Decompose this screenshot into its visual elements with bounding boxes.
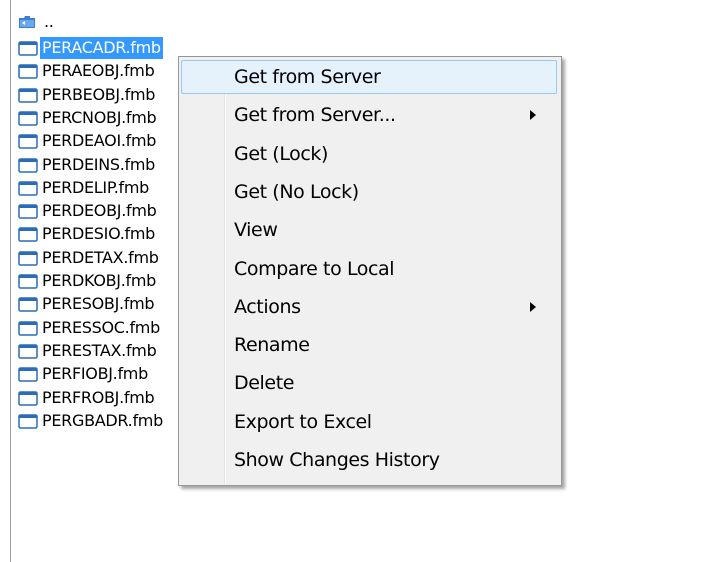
- file-name: PERDELIP.fmb: [42, 177, 149, 197]
- form-file-icon: [18, 297, 38, 313]
- file-name: PERESSOC.fmb: [42, 317, 160, 337]
- menu-item-get-from-server[interactable]: Get from Server...: [181, 98, 557, 132]
- parent-folder-row[interactable]: ..: [18, 11, 56, 33]
- form-file-icon: [18, 134, 38, 149]
- file-name: PERDEINS.fmb: [42, 154, 156, 174]
- form-file-icon: [18, 320, 38, 336]
- form-file-icon: [18, 250, 38, 266]
- file-row[interactable]: PERDEOBJ.fmb: [18, 200, 158, 222]
- menu-item-label: Rename: [234, 334, 310, 357]
- menu-item-export-to-excel[interactable]: Export to Excel: [181, 405, 557, 439]
- menu-item-label: Delete: [234, 372, 295, 395]
- file-name: PERBEOBJ.fmb: [42, 84, 156, 104]
- menu-item-get-lock[interactable]: Get (Lock): [181, 137, 557, 171]
- form-file-icon: [18, 111, 38, 126]
- form-file-icon: [18, 87, 38, 103]
- menu-item-label: Compare to Local: [234, 257, 395, 280]
- menu-item-label: Show Changes History: [234, 449, 440, 471]
- file-name: PERDEAOI.fmb: [42, 131, 157, 151]
- file-row[interactable]: PERFROBJ.fmb: [18, 387, 156, 409]
- menu-item-label: Get from Server...: [234, 104, 396, 127]
- file-name: PERDETAX.fmb: [42, 247, 159, 267]
- file-row[interactable]: PERDESIO.fmb: [18, 223, 157, 245]
- submenu-arrow-icon: [530, 110, 536, 121]
- form-file-icon: [18, 414, 38, 429]
- file-row[interactable]: PERDEAOI.fmb: [18, 130, 158, 152]
- menu-item-get-from-server[interactable]: Get from Server: [181, 60, 557, 94]
- parent-folder-icon: [19, 16, 35, 28]
- file-name: PERFROBJ.fmb: [42, 387, 155, 407]
- form-file-icon: [18, 227, 38, 243]
- parent-folder-label: ..: [44, 12, 54, 31]
- menu-item-label: Actions: [234, 295, 301, 318]
- file-row[interactable]: PERDELIP.fmb: [18, 177, 151, 199]
- file-name: PERFIOBJ.fmb: [42, 364, 148, 384]
- file-name: PERDESIO.fmb: [42, 224, 155, 244]
- file-row[interactable]: PERFIOBJ.fmb: [18, 363, 150, 385]
- file-name: PERDKOBJ.fmb: [42, 271, 156, 290]
- file-row[interactable]: PERESOBJ.fmb: [18, 293, 156, 315]
- form-file-icon: [18, 274, 38, 289]
- form-file-icon: [18, 181, 38, 196]
- file-row[interactable]: PERESSOC.fmb: [18, 317, 162, 339]
- menu-item-label: Get (Lock): [234, 142, 329, 165]
- file-row[interactable]: PERBEOBJ.fmb: [18, 84, 157, 106]
- submenu-arrow-icon: [530, 301, 536, 312]
- file-name: PERCNOBJ.fmb: [42, 107, 157, 127]
- file-row[interactable]: PERAEOBJ.fmb: [18, 60, 156, 82]
- menu-item-label: Export to Excel: [234, 410, 372, 433]
- file-name: PERACADR.fmb: [40, 37, 163, 59]
- file-row[interactable]: PERESTAX.fmb: [18, 340, 158, 362]
- file-row[interactable]: PERGBADR.fmb: [18, 410, 165, 432]
- menu-item-show-changes-history[interactable]: Show Changes History: [181, 443, 557, 477]
- menu-item-rename[interactable]: Rename: [181, 328, 557, 362]
- form-file-icon: [18, 204, 38, 219]
- file-row[interactable]: PERDKOBJ.fmb: [18, 270, 158, 292]
- form-file-icon: [18, 367, 38, 382]
- form-file-icon: [18, 157, 38, 173]
- file-name: PERESOBJ.fmb: [42, 294, 155, 314]
- menu-item-label: Get (No Lock): [234, 180, 359, 203]
- form-file-icon: [18, 390, 38, 406]
- form-file-icon: [18, 344, 38, 359]
- menu-item-compare-to-local[interactable]: Compare to Local: [181, 252, 557, 286]
- menu-item-label: Get from Server: [234, 66, 381, 88]
- pane-left-border: [10, 0, 11, 562]
- file-name: PERAEOBJ.fmb: [42, 61, 155, 81]
- menu-item-view[interactable]: View: [181, 213, 557, 247]
- menu-item-actions[interactable]: Actions: [181, 290, 557, 324]
- file-row[interactable]: PERDEINS.fmb: [18, 154, 157, 176]
- menu-item-label: View: [234, 219, 278, 242]
- menu-item-get-no-lock[interactable]: Get (No Lock): [181, 175, 557, 209]
- file-name: PERGBADR.fmb: [42, 410, 163, 430]
- form-file-icon: [18, 41, 38, 56]
- file-row[interactable]: PERACADR.fmb: [18, 37, 163, 59]
- file-row[interactable]: PERCNOBJ.fmb: [18, 107, 158, 129]
- file-row[interactable]: PERDETAX.fmb: [18, 247, 161, 269]
- menu-item-delete[interactable]: Delete: [181, 366, 557, 400]
- form-file-icon: [18, 64, 38, 80]
- file-name: PERESTAX.fmb: [42, 340, 157, 360]
- file-name: PERDEOBJ.fmb: [42, 201, 157, 221]
- context-menu: Get from Server Get from Server... Get (Lo…: [178, 56, 562, 486]
